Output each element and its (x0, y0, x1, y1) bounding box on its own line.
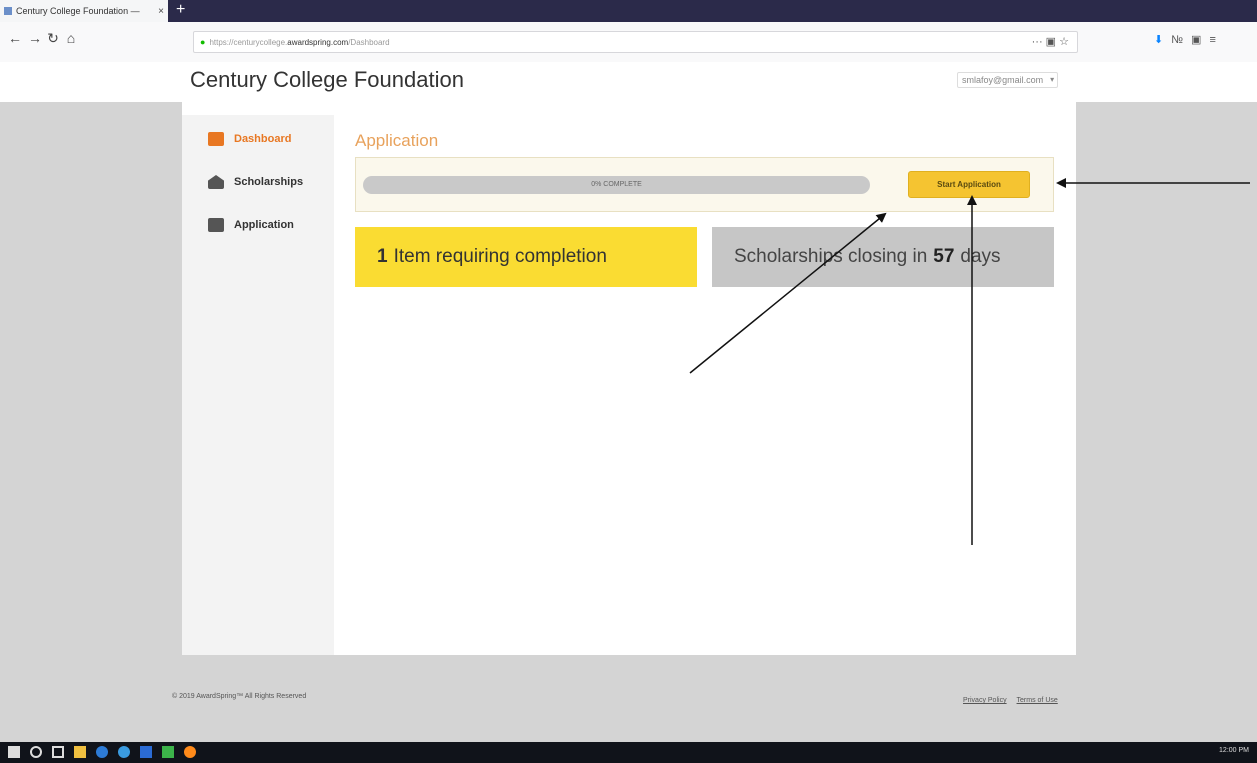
sidebar-item-dashboard[interactable]: Dashboard (208, 132, 291, 146)
tab-close-icon[interactable]: × (154, 6, 168, 17)
site-title[interactable]: Century College Foundation (190, 67, 464, 93)
menu-icon[interactable]: ≡ (1209, 34, 1223, 46)
home-icon[interactable]: ⌂ (62, 30, 80, 46)
progress-label: 0% COMPLETE (591, 181, 642, 188)
privacy-policy-link[interactable]: Privacy Policy (963, 697, 1007, 704)
windows-start-icon[interactable] (8, 746, 20, 758)
start-application-button[interactable]: Start Application (908, 171, 1030, 198)
edge-icon[interactable] (96, 746, 108, 758)
sidebar-item-scholarships[interactable]: Scholarships (208, 175, 303, 189)
page-title: Application (355, 131, 439, 150)
download-icon[interactable]: ⬇ (1154, 34, 1171, 46)
chevron-down-icon: ▾ (1050, 75, 1055, 84)
page-actions-icon[interactable]: ··· ▣ ☆ (1032, 35, 1069, 48)
sidebar-toggle-icon[interactable]: ▣ (1191, 34, 1209, 46)
terms-of-use-link[interactable]: Terms of Use (1017, 697, 1058, 704)
scholarships-closing-card[interactable]: Scholarships closing in 57 days (712, 227, 1054, 287)
sidebar (182, 115, 334, 655)
sidebar-item-application[interactable]: Application (208, 218, 294, 232)
favicon-icon (4, 7, 12, 15)
site-header: Century College Foundation smlafoy@gmail… (0, 62, 1257, 102)
url-bar[interactable]: ● https://centurycollege. awardspring.com… (193, 31, 1078, 53)
forward-icon[interactable]: → (26, 30, 44, 46)
ie-icon[interactable] (118, 746, 130, 758)
account-email: smlafoy@gmail.com (962, 75, 1044, 85)
browser-tab-strip: Century College Foundation — × + (0, 0, 1257, 22)
search-icon[interactable] (30, 746, 42, 758)
app-icon[interactable] (162, 746, 174, 758)
browser-toolbar-icons: ⬇№▣≡ (1154, 33, 1224, 46)
lock-icon: ● (200, 37, 206, 47)
url-prefix: https://centurycollege. (209, 37, 288, 47)
url-path: /Dashboard (348, 37, 390, 47)
closing-prefix: Scholarships closing in (734, 246, 928, 267)
sidebar-item-label: Scholarships (234, 176, 304, 188)
footer-links: Privacy Policy Terms of Use (955, 697, 1058, 704)
windows-taskbar: 12:00 PM (0, 742, 1257, 763)
sidebar-item-label: Dashboard (234, 133, 292, 145)
firefox-icon[interactable] (184, 746, 196, 758)
task-view-icon[interactable] (52, 746, 64, 758)
scholarships-icon (208, 175, 224, 189)
store-icon[interactable] (140, 746, 152, 758)
account-dropdown[interactable]: smlafoy@gmail.com ▾ (957, 72, 1059, 88)
file-explorer-icon[interactable] (74, 746, 86, 758)
new-tab-button[interactable]: + (176, 2, 185, 18)
url-host: awardspring.com (287, 37, 349, 47)
items-count: 1 (377, 246, 388, 267)
closing-suffix: days (960, 246, 1001, 267)
progress-bar: 0% COMPLETE (363, 176, 870, 194)
system-clock: 12:00 PM (1219, 747, 1249, 754)
reload-icon[interactable]: ↻ (44, 30, 62, 47)
sidebar-item-label: Application (234, 219, 294, 231)
items-requiring-completion-card[interactable]: 1 Item requiring completion (355, 227, 697, 287)
dashboard-icon (208, 132, 224, 146)
footer-copyright: © 2019 AwardSpring™ All Rights Reserved (172, 693, 307, 700)
tab-title: Century College Foundation — (16, 6, 140, 16)
back-icon[interactable]: ← (6, 30, 24, 46)
application-icon (208, 218, 224, 232)
browser-tab[interactable]: Century College Foundation — × (0, 0, 168, 22)
closing-days: 57 (933, 246, 955, 267)
items-text: Item requiring completion (393, 246, 607, 267)
library-icon[interactable]: № (1171, 34, 1191, 46)
